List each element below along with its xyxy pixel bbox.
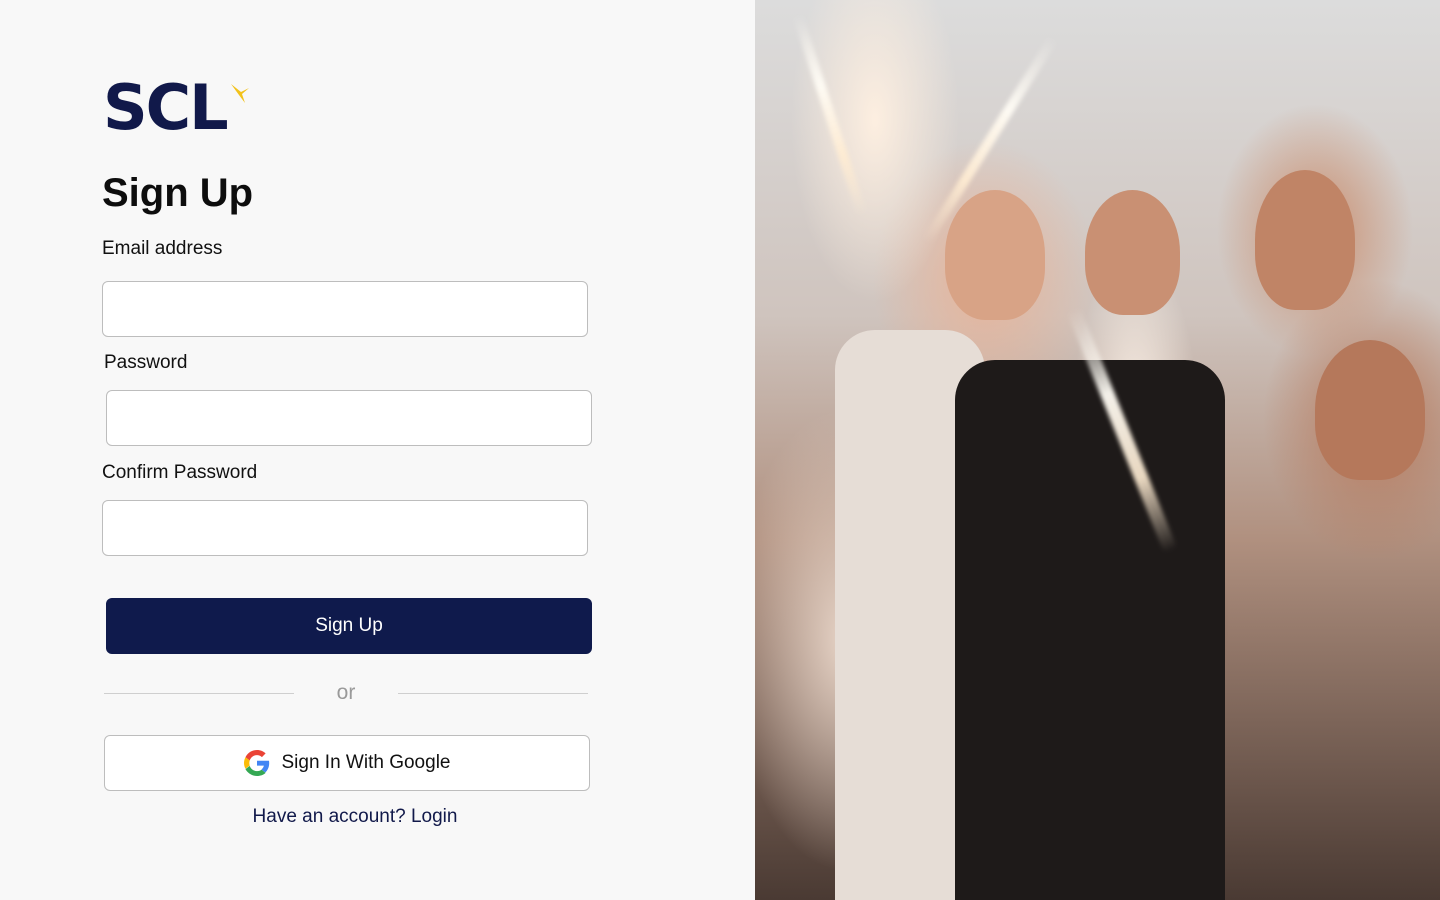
logo-text: SCL (103, 71, 229, 144)
photo-face-shape (1085, 190, 1180, 315)
sign-up-button[interactable]: Sign Up (106, 598, 592, 654)
login-link[interactable]: Have an account? Login (104, 805, 606, 829)
email-field[interactable] (102, 281, 588, 337)
photo-face-shape (945, 190, 1045, 320)
sparkler-shape (792, 13, 868, 217)
google-icon (243, 750, 269, 776)
divider-or: or (336, 681, 356, 704)
confirm-password-field[interactable] (102, 500, 588, 556)
divider-line-right (398, 693, 588, 694)
google-button-label: Sign In With Google (281, 752, 451, 773)
divider-line-left (104, 693, 294, 694)
confirm-password-label: Confirm Password (102, 462, 258, 483)
photo-face-shape (1315, 340, 1425, 480)
photo-person-shape (955, 360, 1225, 900)
page-title: Sign Up (102, 171, 254, 215)
email-label: Email address (102, 238, 223, 259)
google-sign-in-button[interactable]: Sign In With Google (104, 735, 590, 791)
bird-icon (230, 84, 249, 103)
password-field[interactable] (106, 390, 592, 446)
hero-image (755, 0, 1440, 900)
brand-logo: SCL (103, 71, 251, 144)
password-label: Password (104, 352, 188, 373)
photo-face-shape (1255, 170, 1355, 310)
signup-panel: SCL Sign Up Email address Password Confi… (0, 0, 755, 900)
